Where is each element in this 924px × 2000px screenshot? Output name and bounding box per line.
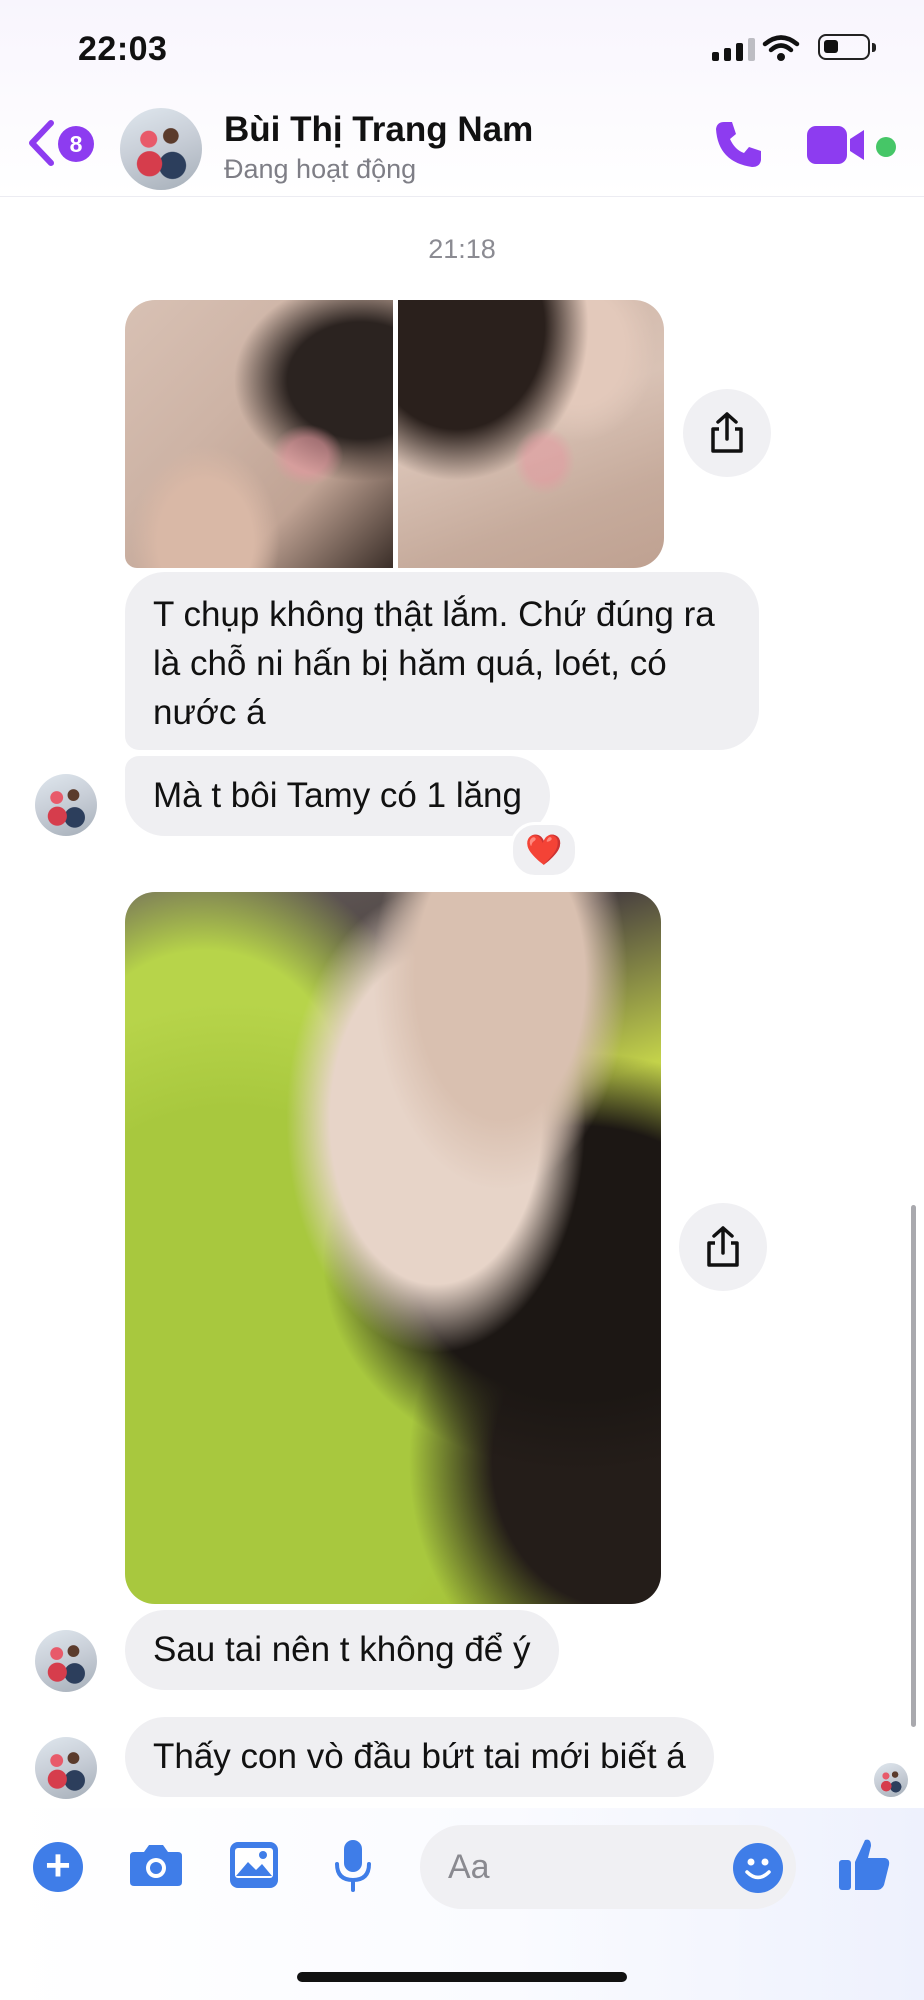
status-time: 22:03 (78, 30, 168, 68)
share-icon (707, 1226, 739, 1267)
wifi-icon (762, 34, 800, 67)
sender-avatar[interactable] (35, 1630, 97, 1692)
video-call-button[interactable] (806, 124, 868, 171)
video-camera-icon (807, 126, 864, 164)
cellular-signal-icon (712, 38, 755, 61)
like-button[interactable] (837, 1836, 891, 1892)
back-chevron-icon (29, 120, 54, 166)
contact-status: Đang hoạt động (224, 154, 417, 184)
photo-attachment[interactable] (125, 300, 393, 568)
sender-avatar[interactable] (35, 1737, 97, 1799)
back-button[interactable] (26, 118, 56, 168)
camera-icon (130, 1845, 182, 1886)
thumbs-up-icon (839, 1839, 890, 1890)
camera-button[interactable] (128, 1842, 184, 1888)
share-button[interactable] (679, 1203, 767, 1291)
message-bubble[interactable]: T chụp không thật lắm. Chứ đúng ra là ch… (125, 572, 759, 750)
contact-avatar[interactable] (120, 108, 202, 190)
voice-call-button[interactable] (712, 118, 764, 175)
heart-reaction[interactable]: ❤️ (510, 822, 578, 878)
photo-attachment[interactable] (125, 892, 661, 1604)
scrollbar[interactable] (911, 1205, 916, 1727)
seen-receipt-avatar (874, 1763, 908, 1797)
online-indicator (876, 137, 896, 157)
voice-message-button[interactable] (333, 1838, 373, 1894)
more-actions-button[interactable]: + (33, 1840, 83, 1892)
message-timestamp: 21:18 (428, 234, 496, 264)
battery-icon (818, 34, 876, 60)
unread-count-badge: 8 (58, 126, 94, 162)
home-indicator (297, 1972, 627, 1982)
sender-avatar[interactable] (35, 774, 97, 836)
message-bubble[interactable]: Thấy con vò đầu bứt tai mới biết á (125, 1717, 714, 1797)
share-button[interactable] (683, 389, 771, 477)
gallery-button[interactable] (228, 1840, 280, 1890)
photo-attachment[interactable] (398, 300, 664, 568)
microphone-icon (335, 1840, 371, 1892)
contact-name[interactable]: Bùi Thị Trang Nam (224, 110, 533, 150)
phone-icon (716, 122, 761, 167)
image-icon (230, 1842, 278, 1888)
message-bubble[interactable]: Sau tai nên t không để ý (125, 1610, 559, 1690)
share-icon (711, 412, 743, 453)
message-bubble[interactable]: Mà t bôi Tamy có 1 lăng (125, 756, 550, 836)
emoji-button[interactable] (733, 1843, 783, 1893)
emoji-icon (745, 1858, 771, 1880)
plus-icon: + (45, 1840, 71, 1890)
